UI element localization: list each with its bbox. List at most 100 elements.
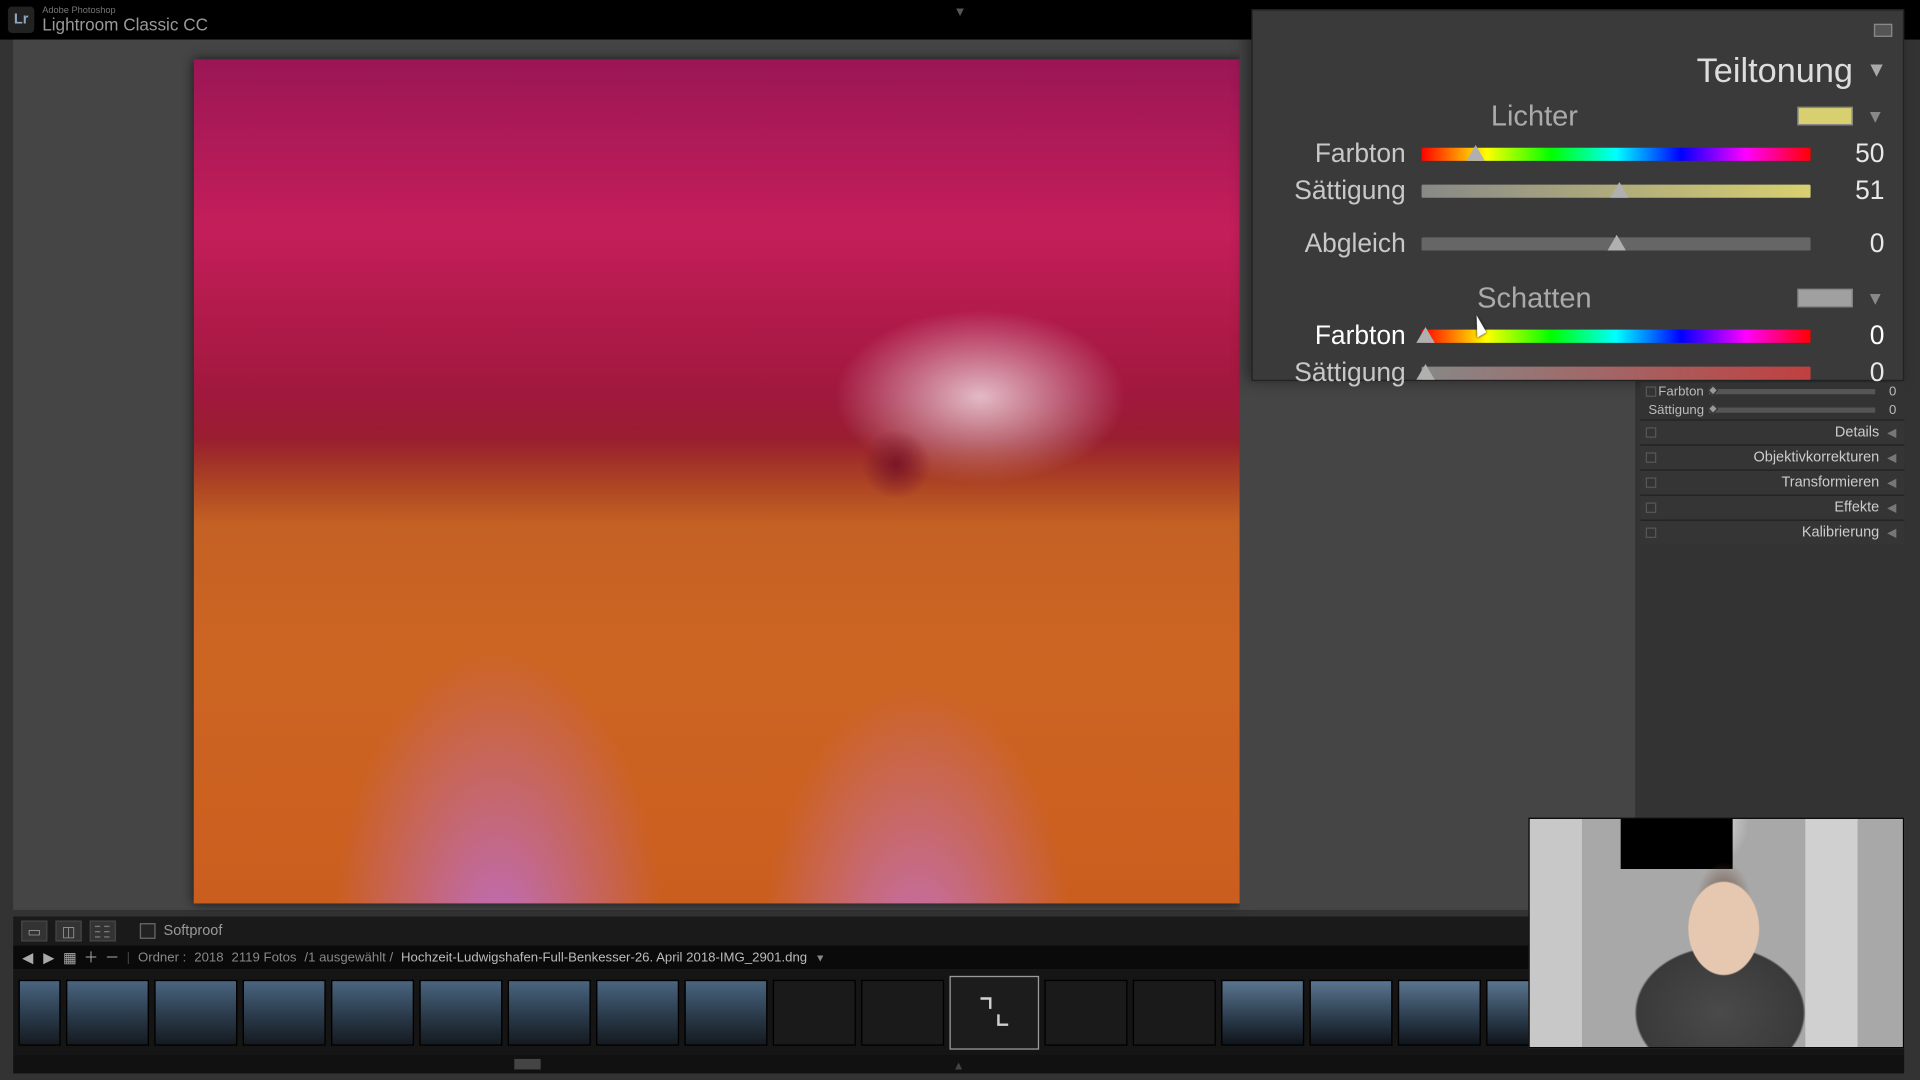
panel-toggle-icon[interactable] <box>1646 427 1657 438</box>
folder-name[interactable]: 2018 <box>194 950 223 965</box>
current-file-name[interactable]: Hochzeit-Ludwigshafen-Full-Benkesser-26.… <box>401 950 807 965</box>
slider-knob-icon[interactable] <box>1607 235 1625 251</box>
filmstrip-thumb[interactable] <box>596 979 679 1045</box>
photo-count: 2119 Fotos <box>231 950 296 965</box>
panel-toggle-icon[interactable] <box>1646 452 1657 463</box>
lightroom-logo-icon: Lr <box>8 7 34 33</box>
highlights-sat-row: Sättigung 51 <box>1253 173 1903 210</box>
chevron-left-icon[interactable]: ◀ <box>1887 500 1896 515</box>
mini-hue-slider[interactable] <box>1709 389 1875 394</box>
filmstrip-scrollbar-track[interactable]: ▲ <box>13 1055 1904 1073</box>
highlights-hue-row: Farbton 50 <box>1253 136 1903 173</box>
balance-value[interactable]: 0 <box>1826 229 1884 259</box>
shadows-sat-label: Sättigung <box>1271 358 1406 388</box>
filmstrip-thumb[interactable] <box>66 979 149 1045</box>
highlights-header: Lichter <box>1271 99 1797 133</box>
slider-knob-icon[interactable] <box>1467 145 1485 161</box>
mini-hue-value[interactable]: 0 <box>1880 384 1896 399</box>
filmstrip-thumb-selected[interactable]: ⌝⌞ <box>949 975 1039 1049</box>
transform-label: Transformieren <box>1781 475 1879 491</box>
split-toning-title: Teiltonung <box>1697 50 1853 91</box>
filmstrip-thumb[interactable] <box>861 979 944 1045</box>
image-preview-area[interactable] <box>13 40 1239 910</box>
panel-window-icon[interactable] <box>1874 24 1892 37</box>
highlights-sat-value[interactable]: 51 <box>1826 176 1884 206</box>
plus-icon[interactable]: ＋ <box>84 951 97 964</box>
panel-grip-icon[interactable]: ▲ <box>953 1059 965 1072</box>
transform-panel-header[interactable]: Transformieren ◀ <box>1640 469 1904 494</box>
folder-prefix: Ordner : <box>138 950 186 965</box>
shadows-hue-label: Farbton <box>1271 321 1406 351</box>
split-toning-panel: Teiltonung ▼ Lichter ▼ Farbton 50 Sättig… <box>1251 9 1904 381</box>
filmstrip-thumb[interactable] <box>1398 979 1481 1045</box>
slider-knob-icon[interactable] <box>1416 327 1434 343</box>
chevron-left-icon[interactable]: ◀ <box>1887 450 1896 465</box>
shadows-header: Schatten <box>1271 281 1797 315</box>
balance-slider[interactable] <box>1422 237 1811 250</box>
filmstrip-thumb[interactable] <box>508 979 591 1045</box>
lens-label: Objektivkorrekturen <box>1753 450 1879 466</box>
filmstrip-thumb[interactable] <box>331 979 414 1045</box>
panel-toggle-icon[interactable] <box>1646 386 1657 397</box>
mini-sat-slider[interactable] <box>1709 407 1875 412</box>
slider-knob-icon[interactable] <box>1611 182 1629 198</box>
shadows-sat-slider[interactable] <box>1422 367 1811 380</box>
grid-icon[interactable]: ▦ <box>63 951 76 964</box>
highlights-sat-label: Sättigung <box>1271 176 1406 206</box>
filmstrip-thumb[interactable] <box>1309 979 1392 1045</box>
filmstrip-scrollbar-thumb[interactable] <box>514 1059 540 1070</box>
balance-row: Abgleich 0 <box>1253 225 1903 262</box>
filmstrip-thumb[interactable] <box>1044 979 1127 1045</box>
highlights-sat-slider[interactable] <box>1422 185 1811 198</box>
filmstrip-thumb[interactable] <box>18 979 60 1045</box>
slider-knob-icon[interactable] <box>1707 385 1718 396</box>
survey-view-button[interactable] <box>90 920 116 941</box>
shadows-color-swatch[interactable] <box>1798 289 1853 307</box>
chevron-left-icon[interactable]: ◀ <box>1887 475 1896 490</box>
nav-back-icon[interactable]: ◀ <box>21 951 34 964</box>
filmstrip-thumb[interactable] <box>1133 979 1216 1045</box>
edited-photo[interactable] <box>194 59 1242 903</box>
filmstrip-thumb[interactable] <box>684 979 767 1045</box>
slider-knob-icon[interactable] <box>1707 403 1718 414</box>
panel-toggle-icon[interactable] <box>1646 527 1657 538</box>
calibration-panel-header[interactable]: Kalibrierung ◀ <box>1640 520 1904 545</box>
filmstrip-thumb[interactable] <box>243 979 326 1045</box>
highlights-swatch-dropdown-icon[interactable]: ▼ <box>1866 105 1884 126</box>
panel-grip-icon[interactable]: ▼ <box>953 5 966 20</box>
app-name: Lightroom Classic CC <box>42 16 208 33</box>
selected-count: /1 ausgewählt / <box>304 950 393 965</box>
minus-icon[interactable]: － <box>105 951 118 964</box>
filmstrip-thumb[interactable] <box>419 979 502 1045</box>
highlights-hue-slider[interactable] <box>1422 148 1811 161</box>
highlights-hue-value[interactable]: 50 <box>1826 139 1884 169</box>
filmstrip-thumb[interactable] <box>773 979 856 1045</box>
mini-sat-label: Sättigung <box>1648 403 1703 418</box>
compare-view-button[interactable]: ◫ <box>55 920 81 941</box>
chevron-left-icon[interactable]: ◀ <box>1887 526 1896 541</box>
panel-toggle-icon[interactable] <box>1646 502 1657 513</box>
lens-panel-header[interactable]: Objektivkorrekturen ◀ <box>1640 444 1904 469</box>
chevron-left-icon[interactable]: ◀ <box>1887 425 1896 440</box>
effects-label: Effekte <box>1834 500 1879 516</box>
nav-fwd-icon[interactable]: ▶ <box>42 951 55 964</box>
softproof-label: Softproof <box>164 923 223 939</box>
details-panel-header[interactable]: Details ◀ <box>1640 419 1904 444</box>
panel-toggle-icon[interactable] <box>1646 477 1657 488</box>
develop-panel-column: Farbton 0 Sättigung 0 Details ◀ Objektiv… <box>1640 382 1904 544</box>
highlights-color-swatch[interactable] <box>1798 107 1853 125</box>
loupe-view-button[interactable]: ▭ <box>21 920 47 941</box>
mini-hue-label: Farbton <box>1648 384 1703 399</box>
mini-sat-value[interactable]: 0 <box>1880 403 1896 418</box>
shadows-hue-row: Farbton 0 <box>1253 318 1903 355</box>
filmstrip-thumb[interactable] <box>154 979 237 1045</box>
calibration-label: Kalibrierung <box>1802 525 1879 541</box>
filmstrip-thumb[interactable] <box>1221 979 1304 1045</box>
effects-panel-header[interactable]: Effekte ◀ <box>1640 495 1904 520</box>
panel-collapse-icon[interactable]: ▼ <box>1866 59 1887 83</box>
shadows-swatch-dropdown-icon[interactable]: ▼ <box>1866 287 1884 308</box>
mini-shadows-sat-row: Sättigung 0 <box>1640 401 1904 419</box>
shadows-hue-value[interactable]: 0 <box>1826 321 1884 351</box>
softproof-checkbox[interactable] <box>140 923 156 939</box>
slider-knob-icon[interactable] <box>1416 364 1434 380</box>
